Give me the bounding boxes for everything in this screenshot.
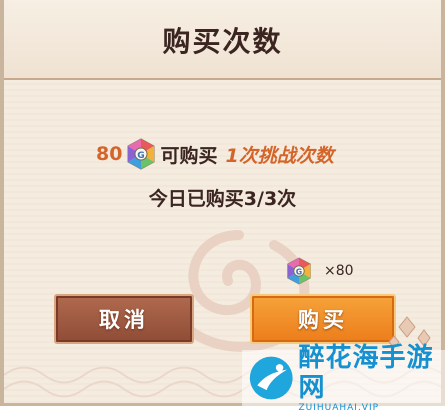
jade-gem-icon: G bbox=[127, 138, 155, 170]
challenge-count-text: 1次挑战次数 bbox=[225, 144, 334, 167]
dialog-title: 购买次数 bbox=[162, 25, 283, 58]
watermark-site-name: 醉花海手游网 bbox=[298, 343, 434, 403]
price-label: 可购买 bbox=[160, 144, 218, 167]
purchase-dialog: 购买次数 80 G 可购买 1次挑战次数 今日已购买3/3次 G ×80 取消 … bbox=[0, 0, 445, 413]
cost-display: G ×80 bbox=[286, 256, 354, 286]
cost-quantity: ×80 bbox=[324, 263, 354, 279]
svg-text:G: G bbox=[296, 267, 302, 276]
cancel-button[interactable]: 取消 bbox=[54, 294, 194, 344]
watermark-site-url: ZUIHUAHAI.VIP bbox=[298, 403, 380, 413]
svg-text:G: G bbox=[138, 151, 145, 161]
site-watermark: 醉花海手游网 ZUIHUAHAI.VIP bbox=[242, 343, 445, 413]
jade-gem-icon: G bbox=[287, 257, 311, 285]
site-logo-icon bbox=[249, 356, 293, 400]
purchase-count-status: 今日已购买3/3次 bbox=[148, 188, 297, 210]
dialog-header: 购买次数 bbox=[4, 0, 441, 80]
price-amount: 80 bbox=[96, 143, 123, 165]
price-info: 80 G 可购买 1次挑战次数 bbox=[96, 136, 334, 172]
buy-button[interactable]: 购买 bbox=[250, 294, 396, 344]
